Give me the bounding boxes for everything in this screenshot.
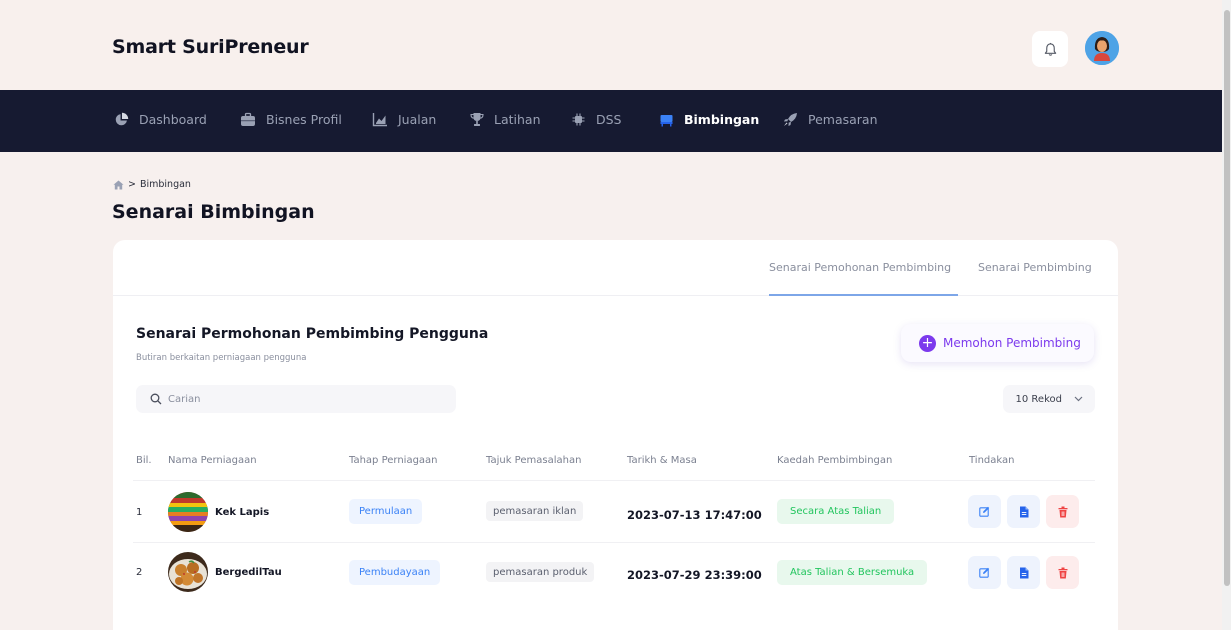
- edit-icon: [979, 506, 990, 517]
- main-nav: Dashboard Bisnes Profil Jualan Latihan D…: [0, 90, 1222, 152]
- user-avatar[interactable]: [1085, 31, 1119, 65]
- page-title: Senarai Bimbingan: [112, 201, 315, 223]
- header-divider: [133, 480, 1095, 481]
- memohon-pembimbing-button[interactable]: + Memohon Pembimbing: [901, 324, 1094, 362]
- records-per-page-select[interactable]: 10 Rekod: [1003, 385, 1095, 413]
- row-number: 1: [136, 507, 143, 518]
- plus-circle-icon: +: [919, 334, 936, 352]
- breadcrumb-current: Bimbingan: [139, 179, 191, 190]
- column-header-tindakan: Tindakan: [969, 455, 1015, 466]
- column-header-tahap-perniagaan: Tahap Perniagaan: [349, 455, 438, 466]
- scrollbar-thumb[interactable]: [1224, 10, 1230, 586]
- stage-badge: Pembudayaan: [349, 560, 441, 585]
- tabs-divider: [113, 295, 1118, 296]
- home-icon[interactable]: [113, 180, 124, 190]
- nav-label: Dashboard: [139, 112, 207, 127]
- nav-label: DSS: [596, 112, 622, 127]
- trash-icon: [1058, 567, 1067, 578]
- nav-item-bisnes-profil[interactable]: Bisnes Profil: [240, 112, 342, 127]
- chip-icon: [572, 113, 585, 126]
- trophy-icon: [470, 113, 484, 126]
- nav-label: Latihan: [494, 112, 541, 127]
- date-time: 2023-07-13 17:47:00: [627, 508, 762, 522]
- trash-icon: [1058, 506, 1067, 517]
- method-badge: Secara Atas Talian: [777, 499, 895, 524]
- delete-button[interactable]: [1046, 556, 1079, 589]
- section-title: Senarai Permohonan Pembimbing Pengguna: [136, 326, 489, 342]
- briefcase-icon: [241, 112, 255, 126]
- nav-label: Bimbingan: [684, 112, 760, 127]
- nav-label: Bisnes Profil: [266, 112, 342, 127]
- tab-senarai-pembimbing[interactable]: Senarai Pembimbing: [978, 261, 1092, 274]
- notification-button[interactable]: [1032, 31, 1068, 67]
- user-avatar-image: [1085, 31, 1119, 65]
- rocket-icon: [784, 113, 797, 126]
- business-image-kek-lapis: [168, 492, 208, 532]
- nav-item-bimbingan[interactable]: Bimbingan: [659, 112, 759, 127]
- column-header-nama-perniagaan: Nama Perniagaan: [168, 455, 257, 466]
- date-time: 2023-07-29 23:39:00: [627, 568, 762, 582]
- business-name[interactable]: BergedilTau: [215, 567, 282, 578]
- nav-label: Pemasaran: [808, 112, 878, 127]
- section-subtitle: Butiran berkaitan perniagaan pengguna: [136, 353, 307, 363]
- chevron-down-icon: [1074, 396, 1083, 402]
- method-badge: Atas Talian & Bersemuka: [777, 560, 928, 585]
- search-icon: [150, 393, 162, 405]
- document-icon: [1019, 506, 1028, 517]
- view-document-button[interactable]: [1007, 495, 1040, 528]
- topic-badge: pemasaran iklan: [486, 501, 584, 521]
- records-per-page-value: 10 Rekod: [1015, 393, 1062, 405]
- business-image-bergediltau: [168, 552, 208, 592]
- bimbingan-card: Senarai Pemohonan Pembimbing Senarai Pem…: [113, 240, 1118, 630]
- app-brand[interactable]: Smart SuriPreneur: [112, 36, 309, 58]
- business-name[interactable]: Kek Lapis: [215, 507, 269, 518]
- chair-icon: [660, 115, 673, 127]
- column-header-tajuk-pemasalahan: Tajuk Pemasalahan: [486, 455, 582, 466]
- breadcrumb: > Bimbingan: [113, 179, 191, 190]
- nav-item-dss[interactable]: DSS: [571, 112, 622, 127]
- edit-button[interactable]: [968, 556, 1001, 589]
- edit-icon: [979, 567, 990, 578]
- nav-item-pemasaran[interactable]: Pemasaran: [783, 112, 878, 127]
- pie-chart-icon: [115, 112, 129, 126]
- delete-button[interactable]: [1046, 495, 1079, 528]
- tab-senarai-pemohonan-pembimbing[interactable]: Senarai Pemohonan Pembimbing: [769, 261, 951, 274]
- row-divider: [133, 542, 1095, 543]
- nav-item-jualan[interactable]: Jualan: [372, 112, 436, 127]
- column-header-kaedah-pembimbingan: Kaedah Pembimbingan: [777, 455, 893, 466]
- memohon-pembimbing-label: Memohon Pembimbing: [943, 336, 1081, 350]
- topic-badge: pemasaran produk: [486, 562, 595, 582]
- nav-item-latihan[interactable]: Latihan: [470, 112, 541, 127]
- stage-badge: Permulaan: [349, 499, 423, 524]
- active-tab-indicator: [769, 294, 958, 296]
- bell-icon: [1044, 42, 1056, 56]
- nav-label: Jualan: [398, 112, 437, 127]
- column-header-bil: Bil.: [136, 455, 152, 466]
- bar-chart-icon: [372, 113, 387, 127]
- edit-button[interactable]: [968, 495, 1001, 528]
- view-document-button[interactable]: [1007, 556, 1040, 589]
- row-number: 2: [136, 567, 143, 578]
- breadcrumb-separator: >: [128, 179, 136, 190]
- search-input[interactable]: [168, 393, 428, 405]
- document-icon: [1019, 567, 1028, 578]
- top-header: Smart SuriPreneur: [0, 0, 1222, 90]
- column-header-tarikh-masa: Tarikh & Masa: [627, 455, 697, 466]
- search-box[interactable]: [136, 385, 456, 413]
- nav-item-dashboard[interactable]: Dashboard: [114, 112, 207, 127]
